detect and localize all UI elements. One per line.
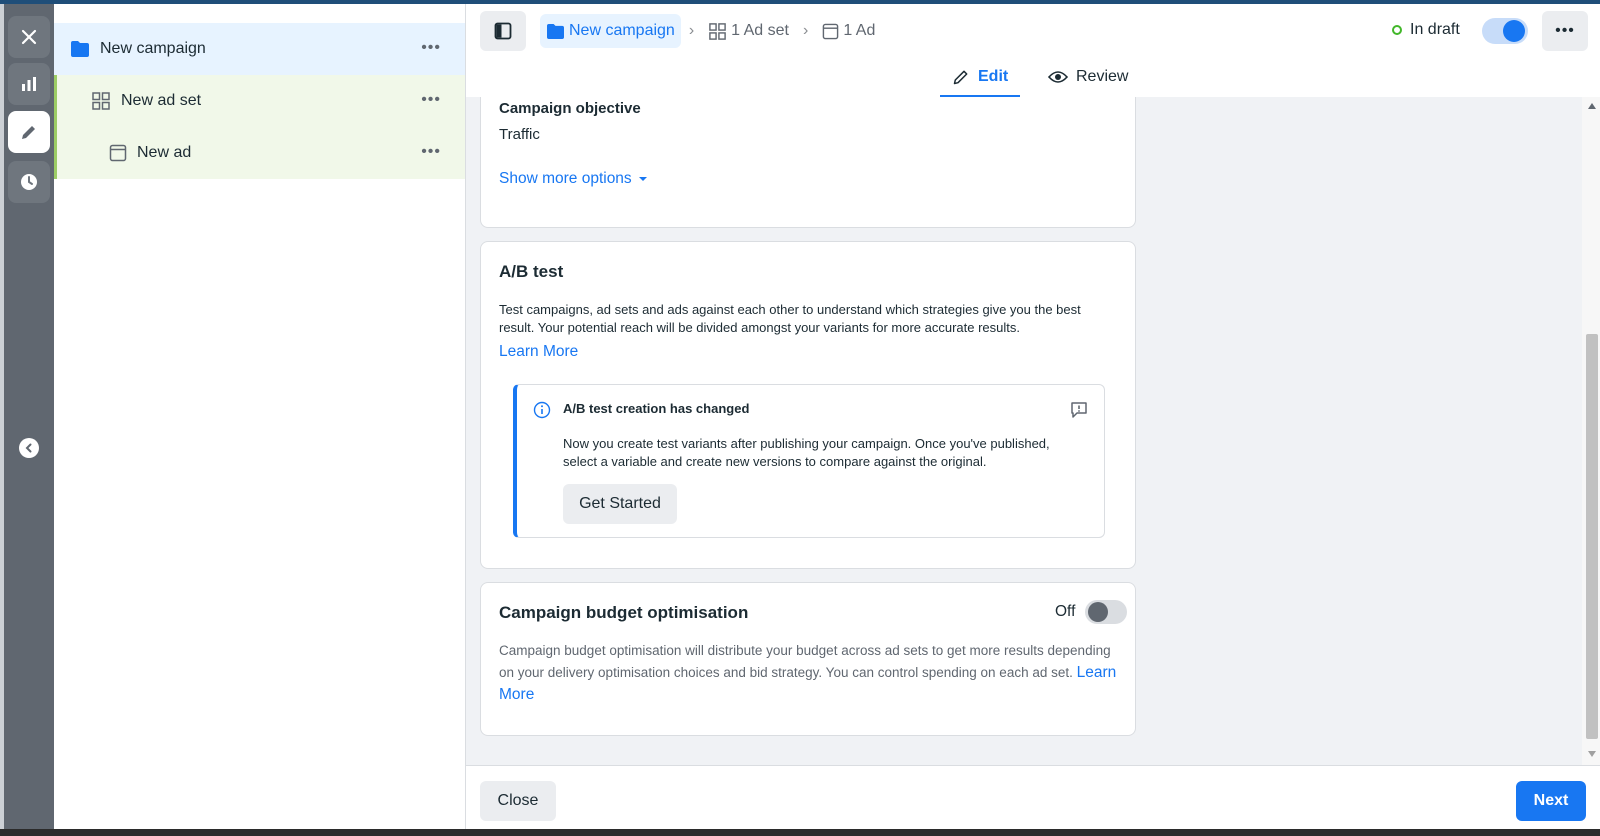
ab-test-learn-more-link[interactable]: Learn More — [499, 343, 578, 361]
rail-edge — [0, 4, 4, 829]
left-rail — [0, 4, 54, 829]
ab-test-notice: A/B test creation has changed Now you cr… — [513, 384, 1105, 538]
footer-bar: Close Next — [466, 765, 1600, 829]
show-more-options-link[interactable]: Show more options — [499, 170, 648, 188]
history-rail-button[interactable] — [8, 161, 50, 203]
chevron-left-icon — [25, 443, 32, 453]
scrollbar-thumb[interactable] — [1586, 334, 1598, 739]
edit-rail-button[interactable] — [8, 111, 50, 153]
collapse-rail-button[interactable] — [19, 438, 39, 458]
tab-label: Review — [1076, 68, 1129, 85]
breadcrumb-ad[interactable]: 1 Ad — [816, 14, 881, 48]
breadcrumb-label: 1 Ad — [843, 22, 876, 39]
budget-toggle-label: Off — [1055, 603, 1076, 620]
budget-heading: Campaign budget optimisation — [499, 603, 749, 622]
folder-icon — [71, 41, 89, 57]
ad-window-icon — [823, 23, 839, 39]
budget-optimisation-card: Campaign budget optimisation Off Campaig… — [480, 582, 1136, 736]
vertical-scrollbar[interactable] — [1582, 97, 1600, 765]
tree-item-more-button[interactable]: ••• — [421, 91, 441, 109]
editor-scroll-area[interactable]: Campaign objective Traffic Show more opt… — [466, 97, 1600, 765]
objective-card: Campaign objective Traffic Show more opt… — [480, 97, 1136, 228]
tree-item-ad[interactable]: New ad ••• — [54, 127, 465, 179]
toggle-panel-button[interactable] — [480, 11, 526, 51]
breadcrumb: New campaign › 1 Ad set › 1 Ad — [540, 13, 881, 49]
close-rail-button[interactable] — [8, 16, 50, 58]
tab-review[interactable]: Review — [1036, 59, 1140, 95]
budget-description: Campaign budget optimisation will distri… — [499, 640, 1119, 706]
chart-icon — [22, 77, 36, 91]
ab-test-heading: A/B test — [499, 262, 564, 281]
more-options-button[interactable]: ••• — [1542, 11, 1588, 51]
folder-icon — [547, 23, 564, 39]
grid-icon — [92, 92, 110, 110]
reporting-rail-button[interactable] — [8, 63, 50, 105]
tab-edit[interactable]: Edit — [940, 59, 1021, 98]
objective-value: Traffic — [499, 126, 540, 143]
chevron-right-icon: › — [688, 22, 695, 39]
scroll-up-arrow-icon[interactable] — [1588, 103, 1596, 109]
budget-optimisation-toggle[interactable] — [1085, 600, 1127, 624]
ab-test-description: Test campaigns, ad sets and ads against … — [499, 302, 1081, 335]
pencil-icon — [22, 126, 35, 139]
objective-heading: Campaign objective — [499, 100, 641, 117]
main-editor: New campaign › 1 Ad set › 1 Ad In draft … — [466, 4, 1600, 829]
draft-status-dot — [1392, 25, 1402, 35]
top-bar: New campaign › 1 Ad set › 1 Ad In draft … — [466, 4, 1600, 98]
notice-text: Now you create test variants after publi… — [563, 436, 1050, 469]
toggle-knob — [1503, 20, 1525, 42]
info-icon — [533, 401, 551, 419]
ad-window-icon — [109, 144, 127, 162]
tree-item-label: New campaign — [100, 40, 206, 57]
breadcrumb-label: 1 Ad set — [731, 22, 789, 39]
caret-down-icon — [638, 177, 647, 181]
grid-icon — [709, 22, 726, 40]
tree-item-more-button[interactable]: ••• — [421, 143, 441, 161]
next-button[interactable]: Next — [1516, 781, 1586, 821]
breadcrumb-adset[interactable]: 1 Ad set — [702, 14, 795, 48]
campaign-on-off-toggle[interactable] — [1482, 18, 1528, 44]
get-started-button[interactable]: Get Started — [563, 484, 677, 524]
draft-status: In draft — [1392, 21, 1460, 39]
campaign-tree-panel: New campaign ••• New ad set ••• New ad •… — [54, 4, 466, 829]
sidebar-panel-icon — [494, 22, 512, 40]
pencil-icon — [953, 70, 968, 85]
feedback-icon[interactable] — [1070, 401, 1088, 419]
draft-status-label: In draft — [1410, 21, 1460, 38]
tab-label: Edit — [978, 68, 1009, 85]
show-more-label: Show more options — [499, 170, 632, 187]
toggle-knob — [1088, 602, 1108, 622]
breadcrumb-campaign[interactable]: New campaign — [540, 14, 681, 48]
tree-item-label: New ad set — [121, 92, 202, 109]
budget-description-text: Campaign budget optimisation will distri… — [499, 643, 1111, 680]
chevron-right-icon: › — [802, 22, 809, 39]
notice-title: A/B test creation has changed — [563, 401, 750, 416]
tree-item-adset[interactable]: New ad set ••• — [54, 75, 465, 127]
scroll-down-arrow-icon[interactable] — [1588, 751, 1596, 757]
breadcrumb-label: New campaign — [569, 22, 675, 39]
tree-item-campaign[interactable]: New campaign ••• — [54, 23, 465, 75]
clock-icon — [21, 174, 37, 190]
tree-item-label: New ad — [137, 144, 192, 161]
eye-icon — [1048, 71, 1068, 83]
ab-test-card: A/B test Test campaigns, ad sets and ads… — [480, 241, 1136, 569]
close-button[interactable]: Close — [480, 781, 556, 821]
close-icon — [21, 29, 37, 45]
window-bottom-strip — [0, 829, 1600, 836]
tree-item-more-button[interactable]: ••• — [421, 39, 441, 57]
